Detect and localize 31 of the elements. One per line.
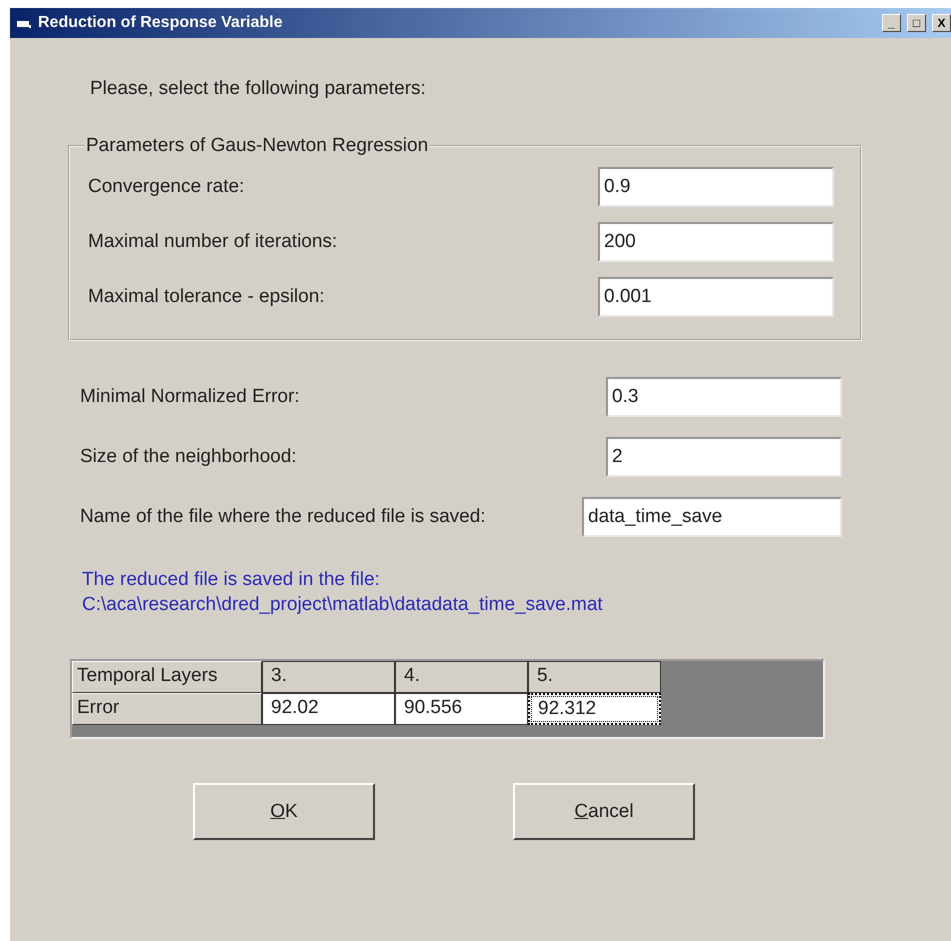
window-control-button[interactable]: X (932, 14, 951, 32)
column-header: 3. (262, 661, 395, 693)
field-label: Minimal Normalized Error: (80, 386, 301, 408)
column-header: 5. (528, 661, 661, 693)
window-icon (16, 16, 32, 30)
window-control-button[interactable]: _ (882, 14, 901, 32)
field-label: Size of the neighborhood: (80, 446, 298, 468)
row-header: Temporal Layers (72, 661, 262, 693)
field-label: Maximal number of iterations: (88, 231, 338, 253)
window-control-button[interactable]: □ (907, 14, 926, 32)
table-cell: 92.02 (262, 693, 395, 725)
prompt-text: Please, select the following parameters: (90, 78, 427, 100)
window-title: Reduction of Response Variable (38, 14, 284, 32)
field-label: Name of the file where the reduced file is saved: (80, 506, 487, 528)
input-field[interactable]: 0.3 (606, 377, 842, 417)
input-field[interactable]: data_time_save (582, 497, 842, 537)
input-field[interactable]: 0.9 (598, 167, 834, 207)
info-text: C:\aca\research\dred_project\matlab\datadata_time_save.mat (82, 593, 604, 617)
field-label: Maximal tolerance - epsilon: (88, 286, 326, 308)
input-field[interactable]: 0.001 (598, 277, 834, 317)
ok-button[interactable]: OK (193, 783, 375, 840)
group-title: Parameters of Gaus-Newton Regression (85, 135, 430, 157)
table-cell: 90.556 (395, 693, 528, 725)
input-field[interactable]: 2 (606, 437, 842, 477)
cancel-button[interactable]: Cancel (513, 783, 695, 840)
input-field[interactable]: 200 (598, 222, 834, 262)
table-cell: 92.312 (528, 693, 661, 725)
field-label: Convergence rate: (88, 176, 246, 198)
row-header: Error (72, 693, 262, 725)
info-text: The reduced file is saved in the file: (82, 568, 381, 592)
column-header: 4. (395, 661, 528, 693)
